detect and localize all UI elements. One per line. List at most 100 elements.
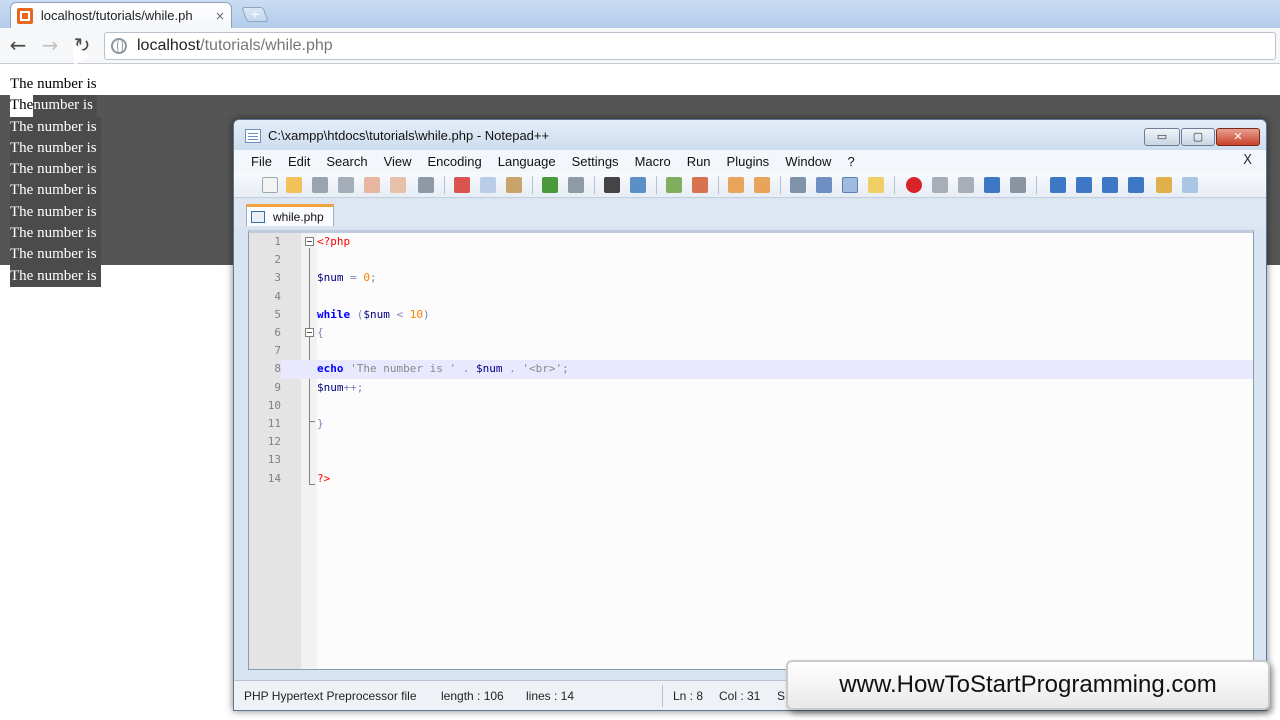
menu-edit[interactable]: Edit bbox=[288, 154, 310, 169]
word-wrap-icon[interactable] bbox=[790, 177, 806, 193]
menu-language[interactable]: Language bbox=[498, 154, 556, 169]
close-document-button[interactable]: X bbox=[1243, 153, 1252, 168]
toolbar-separator bbox=[532, 176, 533, 194]
toolbar-separator bbox=[656, 176, 657, 194]
watermark-text: www.HowToStartProgramming.com bbox=[839, 671, 1217, 698]
browser-tab[interactable]: localhost/tutorials/while.ph × bbox=[10, 2, 232, 28]
code-line: 9 $num++; bbox=[249, 379, 1253, 397]
php-close-tag: ?> bbox=[317, 471, 331, 485]
code-line: 1 <?php bbox=[249, 233, 1253, 251]
move-up-icon[interactable] bbox=[1076, 177, 1092, 193]
spellcheck-icon[interactable] bbox=[1182, 177, 1198, 193]
doc-map-icon[interactable] bbox=[868, 177, 884, 193]
code-operator: . bbox=[456, 362, 476, 376]
line-number: 11 bbox=[267, 417, 281, 430]
folder-icon[interactable] bbox=[1156, 177, 1172, 193]
minimize-button[interactable]: ▭ bbox=[1144, 128, 1180, 146]
code-variable: $num bbox=[363, 307, 390, 321]
toolbar-separator bbox=[718, 176, 719, 194]
document-tab-while-php[interactable]: while.php bbox=[246, 204, 334, 226]
move-bottom-icon[interactable] bbox=[1128, 177, 1144, 193]
tab-close-icon[interactable]: × bbox=[215, 9, 225, 23]
save-macro-icon[interactable] bbox=[1010, 177, 1026, 193]
code-text: $num = 0; bbox=[317, 269, 377, 287]
output-line: The number is bbox=[10, 137, 101, 160]
menu-macro[interactable]: Macro bbox=[635, 154, 671, 169]
output-line: The number is bbox=[10, 223, 101, 245]
paste-icon[interactable] bbox=[506, 177, 522, 193]
menu-view[interactable]: View bbox=[384, 154, 412, 169]
menu-search[interactable]: Search bbox=[326, 154, 367, 169]
print-icon[interactable] bbox=[418, 177, 434, 193]
code-text: while ($num < 10) bbox=[317, 306, 430, 324]
output-line: The number is bbox=[10, 244, 101, 266]
globe-icon bbox=[111, 38, 127, 54]
stop-macro-icon[interactable] bbox=[932, 177, 948, 193]
code-variable: $num bbox=[475, 362, 503, 376]
menu-settings[interactable]: Settings bbox=[572, 154, 619, 169]
code-variable: $num bbox=[317, 380, 344, 394]
code-line: 4 bbox=[249, 288, 1253, 306]
website-watermark: www.HowToStartProgramming.com bbox=[786, 660, 1270, 710]
status-length: length : 106 bbox=[441, 689, 504, 703]
output-line: The number is bbox=[10, 95, 101, 117]
code-editor[interactable]: 1 <?php 2 3 $num = 0; 4 5 while ($num < … bbox=[248, 230, 1254, 670]
replace-icon[interactable] bbox=[630, 177, 646, 193]
sync-horizontal-icon[interactable] bbox=[754, 177, 770, 193]
redo-icon[interactable] bbox=[568, 177, 584, 193]
menu-file[interactable]: File bbox=[251, 154, 272, 169]
status-column: Col : 31 bbox=[719, 689, 761, 703]
code-line: 14 ?> bbox=[249, 470, 1253, 488]
move-top-icon[interactable] bbox=[1050, 177, 1066, 193]
undo-icon[interactable] bbox=[542, 177, 558, 193]
menu-help[interactable]: ? bbox=[847, 154, 854, 169]
show-all-chars-icon[interactable] bbox=[816, 177, 832, 193]
code-variable: $num bbox=[317, 271, 344, 285]
output-text: The number is bbox=[10, 137, 101, 160]
save-icon[interactable] bbox=[312, 177, 328, 193]
status-language: PHP Hypertext Preprocessor file bbox=[244, 689, 417, 703]
close-file-icon[interactable] bbox=[364, 177, 380, 193]
save-all-icon[interactable] bbox=[338, 177, 354, 193]
line-number: 2 bbox=[274, 253, 281, 267]
find-icon[interactable] bbox=[604, 177, 620, 193]
code-line: 13 bbox=[249, 451, 1253, 469]
code-line: 3 $num = 0; bbox=[249, 269, 1253, 287]
editor-toolbar bbox=[234, 172, 1266, 198]
output-text: The number is bbox=[10, 244, 101, 266]
address-bar[interactable]: localhost/tutorials/while.php bbox=[104, 32, 1276, 60]
toolbar-separator bbox=[444, 176, 445, 194]
run-macro-multiple-icon[interactable] bbox=[984, 177, 1000, 193]
browser-toolbar: ← → ↻ localhost/tutorials/while.php bbox=[0, 28, 1280, 64]
copy-icon[interactable] bbox=[480, 177, 496, 193]
code-line: 12 bbox=[249, 433, 1253, 451]
record-macro-icon[interactable] bbox=[906, 177, 922, 193]
new-tab-button[interactable]: + bbox=[241, 7, 269, 22]
output-line: The number is bbox=[10, 201, 101, 224]
browser-tab-title: localhost/tutorials/while.ph bbox=[40, 8, 193, 23]
notepad-app-icon bbox=[245, 129, 261, 143]
open-file-icon[interactable] bbox=[286, 177, 302, 193]
new-file-icon[interactable] bbox=[262, 177, 278, 193]
maximize-button[interactable]: ▢ bbox=[1181, 128, 1215, 146]
menu-window[interactable]: Window bbox=[785, 154, 831, 169]
close-all-icon[interactable] bbox=[390, 177, 406, 193]
url-text: localhost/tutorials/while.php bbox=[137, 37, 333, 55]
menu-encoding[interactable]: Encoding bbox=[428, 154, 482, 169]
output-text-selected: number is bbox=[33, 95, 97, 117]
play-macro-icon[interactable] bbox=[958, 177, 974, 193]
sync-vertical-icon[interactable] bbox=[728, 177, 744, 193]
status-separator bbox=[662, 685, 663, 707]
code-operator: ; bbox=[370, 271, 377, 285]
menu-plugins[interactable]: Plugins bbox=[727, 154, 770, 169]
back-button[interactable]: ← bbox=[6, 34, 30, 58]
indent-guide-icon[interactable] bbox=[842, 177, 858, 193]
zoom-out-icon[interactable] bbox=[692, 177, 708, 193]
move-down-icon[interactable] bbox=[1102, 177, 1118, 193]
window-titlebar[interactable]: C:\xampp\htdocs\tutorials\while.php - No… bbox=[234, 120, 1266, 150]
close-button[interactable]: ✕ bbox=[1216, 128, 1260, 146]
forward-button[interactable]: → bbox=[38, 34, 62, 58]
menu-run[interactable]: Run bbox=[687, 154, 711, 169]
zoom-in-icon[interactable] bbox=[666, 177, 682, 193]
cut-icon[interactable] bbox=[454, 177, 470, 193]
